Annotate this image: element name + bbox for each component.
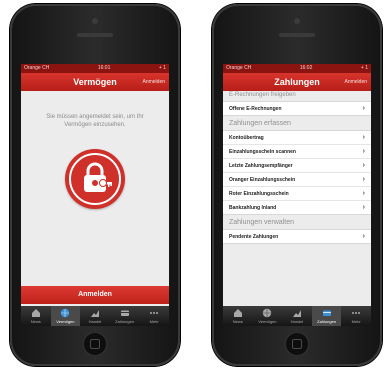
- login-nav-button[interactable]: Anmelden: [142, 73, 165, 91]
- list-item-pendente-zahlungen[interactable]: Pendente Zahlungen ›: [223, 230, 371, 243]
- chevron-right-icon: ›: [362, 176, 365, 183]
- nav-bar: Vermögen Anmelden: [21, 73, 169, 91]
- nav-bar: Zahlungen Anmelden: [223, 73, 371, 91]
- carrier-text: Orange CH: [226, 65, 252, 71]
- tab-label: News: [232, 319, 243, 324]
- list-item-oranger-einzahlungsschein[interactable]: Oranger Einzahlungsschein ›: [223, 173, 371, 187]
- home-icon: [31, 309, 40, 317]
- list-item-label: Oranger Einzahlungsschein: [229, 176, 296, 183]
- list-item-label: Roter Einzahlungsschein: [229, 190, 289, 197]
- list-item-label: Pendente Zahlungen: [229, 233, 279, 240]
- tab-bar: News Vermögen Handel Zahlungen Mehr: [223, 306, 371, 326]
- list-item-einzahlungsschein-scannen[interactable]: Einzahlungsschein scannen ›: [223, 145, 371, 159]
- list-item-label: Kontoübertrag: [229, 134, 264, 141]
- list-item-letzte-zahlungsempfaenger[interactable]: Letzte Zahlungsempfänger ›: [223, 159, 371, 173]
- tab-label: Vermögen: [56, 319, 75, 324]
- left-phone: Orange CH 16:01 + 1 Vermögen Anmelden Si…: [10, 4, 180, 366]
- tab-news[interactable]: News: [223, 306, 253, 326]
- page-title: Zahlungen: [274, 77, 320, 87]
- tab-vermoegen[interactable]: Vermögen: [253, 306, 283, 326]
- list-item-label: Letzte Zahlungsempfänger: [229, 162, 293, 169]
- page-title: Vermögen: [73, 77, 117, 87]
- speaker-grille: [77, 33, 113, 37]
- home-button[interactable]: [284, 331, 310, 357]
- home-button[interactable]: [82, 331, 108, 357]
- tab-news[interactable]: News: [21, 306, 51, 326]
- list-item-kontouebertrag[interactable]: Kontoübertrag ›: [223, 131, 371, 145]
- time-text: 16:01: [97, 65, 111, 71]
- tab-label: Handel: [88, 319, 102, 324]
- lock-key-icon: [65, 149, 125, 209]
- chart-icon: [90, 310, 99, 317]
- chevron-right-icon: ›: [362, 204, 365, 211]
- tab-mehr[interactable]: Mehr: [341, 306, 371, 326]
- tab-label: Handel: [290, 319, 304, 324]
- right-phone: Orange CH 16:02 + 1 Zahlungen Anmelden E…: [212, 4, 382, 366]
- left-screen: Orange CH 16:01 + 1 Vermögen Anmelden Si…: [21, 64, 169, 326]
- tab-mehr[interactable]: Mehr: [139, 306, 169, 326]
- camera-icon: [92, 18, 98, 24]
- login-nav-button[interactable]: Anmelden: [344, 73, 367, 91]
- tab-label: Mehr: [149, 319, 159, 324]
- battery-text: + 1: [360, 65, 368, 71]
- chart-icon: [292, 310, 301, 317]
- camera-icon: [294, 18, 300, 24]
- chevron-right-icon: ›: [362, 190, 365, 197]
- chevron-right-icon: ›: [362, 148, 365, 155]
- list-group: Kontoübertrag › Einzahlungsschein scanne…: [223, 130, 371, 215]
- time-text: 16:02: [299, 65, 313, 71]
- section-header: Zahlungen verwalten: [229, 219, 294, 226]
- tab-label: News: [30, 319, 41, 324]
- status-bar: Orange CH 16:01 + 1: [21, 64, 169, 73]
- list-item-offene-e-rechnungen[interactable]: Offene E-Rechnungen ›: [223, 102, 371, 115]
- list-group: Offene E-Rechnungen ›: [223, 101, 371, 116]
- carrier-text: Orange CH: [24, 65, 50, 71]
- list-item-label: Bankzahlung Inland: [229, 204, 277, 211]
- tab-label: Zahlungen: [317, 319, 337, 324]
- more-icon: [352, 312, 361, 314]
- list-group: Pendente Zahlungen ›: [223, 229, 371, 244]
- chevron-right-icon: ›: [362, 233, 365, 240]
- globe-icon: [263, 308, 272, 318]
- section-header: E-Rechnungen freigeben: [229, 92, 296, 98]
- list-item-label: Einzahlungsschein scannen: [229, 148, 296, 155]
- tab-zahlungen[interactable]: Zahlungen: [311, 306, 342, 326]
- login-content: Sie müssen angemeldet sein, um Ihr Vermö…: [21, 91, 169, 209]
- more-icon: [150, 312, 159, 314]
- list-item-bankzahlung-inland[interactable]: Bankzahlung Inland ›: [223, 201, 371, 214]
- status-bar: Orange CH 16:02 + 1: [223, 64, 371, 73]
- chevron-right-icon: ›: [362, 134, 365, 141]
- tab-label: Mehr: [351, 319, 361, 324]
- chevron-right-icon: ›: [362, 105, 365, 112]
- section-header: Zahlungen erfassen: [229, 120, 291, 127]
- tab-handel[interactable]: Handel: [282, 306, 312, 326]
- right-screen: Orange CH 16:02 + 1 Zahlungen Anmelden E…: [223, 64, 371, 326]
- tab-zahlungen[interactable]: Zahlungen: [110, 306, 140, 326]
- speaker-grille: [279, 33, 315, 37]
- list-item-roter-einzahlungsschein[interactable]: Roter Einzahlungsschein ›: [223, 187, 371, 201]
- login-button[interactable]: Anmelden: [21, 286, 169, 304]
- tab-bar: News Vermögen Handel Zahlungen Mehr: [21, 306, 169, 326]
- card-icon: [322, 310, 331, 316]
- tab-label: Vermögen: [258, 319, 277, 324]
- home-icon: [233, 309, 242, 317]
- chevron-right-icon: ›: [362, 162, 365, 169]
- list-item-label: Offene E-Rechnungen: [229, 105, 282, 112]
- lock-icon: [84, 162, 112, 192]
- tab-handel[interactable]: Handel: [80, 306, 110, 326]
- card-icon: [120, 310, 129, 316]
- globe-icon: [61, 308, 70, 318]
- login-message: Sie müssen angemeldet sein, um Ihr Vermö…: [46, 114, 144, 128]
- tab-label: Zahlungen: [115, 319, 135, 324]
- tab-vermoegen[interactable]: Vermögen: [50, 306, 81, 326]
- payments-list: E-Rechnungen freigeben Offene E-Rechnung…: [223, 91, 371, 244]
- battery-text: + 1: [158, 65, 166, 71]
